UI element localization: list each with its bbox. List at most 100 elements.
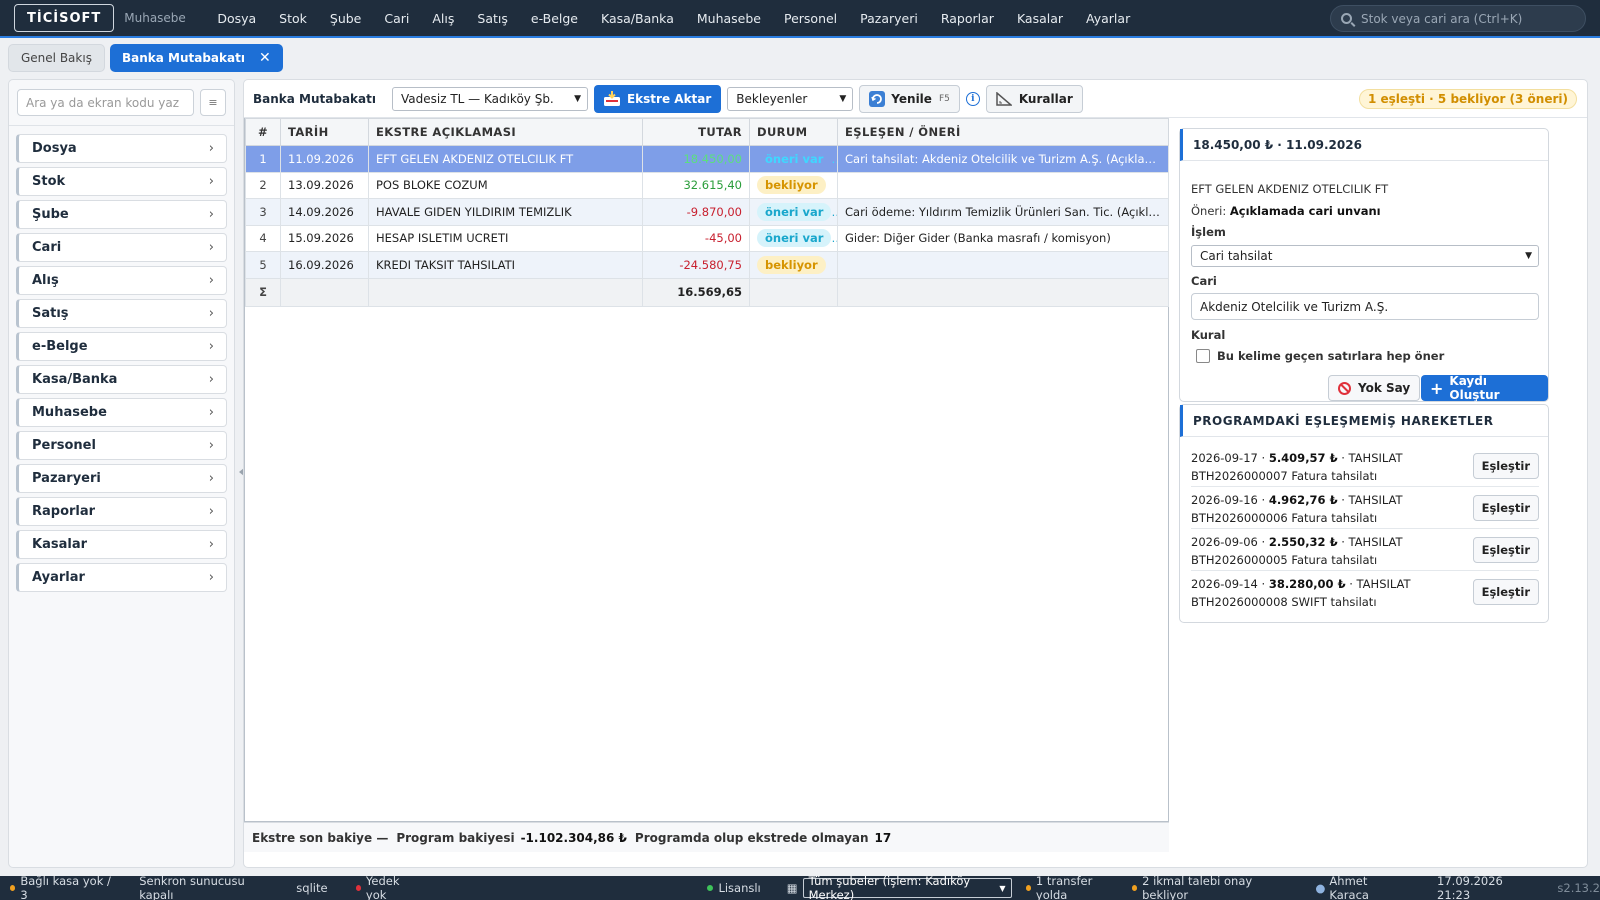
column-header-match[interactable]: EŞLEŞEN / ÖNERİ bbox=[837, 118, 1169, 146]
search-icon bbox=[1341, 13, 1352, 24]
row-match: Gider: Diğer Gider (Banka masrafı / komi… bbox=[837, 224, 1169, 252]
status-transfer-text: 1 transfer yolda bbox=[1035, 874, 1093, 900]
global-search-input[interactable]: Stok veya cari ara (Ctrl+K) bbox=[1330, 5, 1586, 32]
column-header-description[interactable]: EKSTRE AÇIKLAMASI bbox=[368, 118, 643, 146]
column-header-no[interactable]: # bbox=[245, 118, 281, 146]
rule-checkbox[interactable] bbox=[1196, 349, 1210, 363]
status-db-text: sqlite bbox=[296, 881, 328, 895]
table-row[interactable]: 4 15.09.2026 HESAP ISLETIM UCRETI -45,00… bbox=[245, 224, 1169, 252]
row-amount: -9.870,00 bbox=[642, 198, 750, 226]
tab-bar: Genel Bakış Banka Mutabakatı ✕ bbox=[0, 40, 1600, 76]
module-name: Muhasebe bbox=[124, 11, 186, 25]
nav-item-sube[interactable]: Şube bbox=[318, 11, 372, 26]
sidebar-item-raporlar[interactable]: Raporlar › bbox=[16, 497, 227, 526]
rules-label: Kurallar bbox=[1018, 91, 1073, 106]
status-user-text: Ahmet Karaca bbox=[1329, 874, 1369, 900]
list-icon[interactable]: ≡ bbox=[200, 89, 226, 116]
sidebar-item-ayarlar[interactable]: Ayarlar › bbox=[16, 563, 227, 592]
sidebar-item-dosya[interactable]: Dosya › bbox=[16, 134, 227, 163]
nav-item-pazaryeri[interactable]: Pazaryeri bbox=[849, 11, 930, 26]
table-row[interactable]: 3 14.09.2026 HAVALE GIDEN YILDIRIM TEMIZ… bbox=[245, 198, 1169, 226]
column-header-date[interactable]: TARİH bbox=[280, 118, 369, 146]
nav-item-kasa-banka[interactable]: Kasa/Banka bbox=[590, 11, 686, 26]
sidebar-item-kasa-banka[interactable]: Kasa/Banka › bbox=[16, 365, 227, 394]
column-header-status[interactable]: DURUM bbox=[749, 118, 838, 146]
match-button[interactable]: Eşleştir bbox=[1472, 453, 1539, 479]
match-button[interactable]: Eşleştir bbox=[1472, 537, 1539, 563]
row-number: 5 bbox=[245, 251, 281, 279]
nav-item-raporlar[interactable]: Raporlar bbox=[929, 11, 1005, 26]
main-nav: Dosya Stok Şube Cari Alış Satış e-Belge … bbox=[206, 11, 1142, 26]
sidebar-item-kasalar[interactable]: Kasalar › bbox=[16, 530, 227, 559]
app-logo[interactable]: TİCİSOFT bbox=[14, 4, 115, 32]
nav-item-alis[interactable]: Alış bbox=[421, 11, 466, 26]
tab-banka-mutabakati[interactable]: Banka Mutabakatı ✕ bbox=[109, 44, 283, 72]
rule-checkbox-row[interactable]: Bu kelime geçen satırlara hep öner bbox=[1196, 349, 1444, 363]
import-statement-button[interactable]: Ekstre Aktar bbox=[593, 84, 722, 113]
sidebar-item-cari[interactable]: Cari › bbox=[16, 233, 227, 262]
chevron-down-icon: ▼ bbox=[1525, 251, 1532, 261]
nav-item-ebelge[interactable]: e-Belge bbox=[519, 11, 589, 26]
sidebar-item-muhasebe[interactable]: Muhasebe › bbox=[16, 398, 227, 427]
nav-item-dosya[interactable]: Dosya bbox=[206, 11, 268, 26]
create-record-button[interactable]: + Kaydı Oluştur bbox=[1421, 374, 1548, 402]
refresh-shortcut: F5 bbox=[938, 93, 950, 104]
building-icon: ▦ bbox=[786, 881, 798, 895]
chevron-right-icon: › bbox=[208, 504, 214, 519]
row-number: 1 bbox=[245, 145, 281, 173]
status-transfer[interactable]: 1 transfer yolda bbox=[1025, 874, 1118, 900]
refresh-icon bbox=[869, 90, 886, 107]
rules-button[interactable]: Kurallar bbox=[985, 84, 1083, 113]
sidebar-item-alis[interactable]: Alış › bbox=[16, 266, 227, 295]
sidebar-item-stok[interactable]: Stok › bbox=[16, 167, 227, 196]
match-button[interactable]: Eşleştir bbox=[1472, 579, 1539, 605]
sidebar-item-sube[interactable]: Şube › bbox=[16, 200, 227, 229]
nav-item-satis[interactable]: Satış bbox=[466, 11, 519, 26]
info-icon[interactable]: i bbox=[965, 91, 980, 106]
sidebar-item-personel[interactable]: Personel › bbox=[16, 431, 227, 460]
status-user[interactable]: ● Ahmet Karaca bbox=[1315, 874, 1401, 900]
row-match: Cari ödeme: Yıldırım Temizlik Ürünleri S… bbox=[837, 198, 1169, 226]
nav-item-ayarlar[interactable]: Ayarlar bbox=[1075, 11, 1142, 26]
status-kasa: Bağlı kasa yok / 3 bbox=[10, 874, 111, 900]
account-select[interactable]: Vadesiz TL — Kadıköy Şb. ▼ bbox=[391, 86, 588, 111]
nav-item-kasalar[interactable]: Kasalar bbox=[1005, 11, 1074, 26]
sidebar-search-input[interactable]: Ara ya da ekran kodu yaz bbox=[17, 89, 194, 116]
tx-type: TAHSILAT bbox=[1348, 493, 1403, 507]
row-status-cell: öneri var bbox=[749, 224, 838, 252]
sidebar-item-pazaryeri[interactable]: Pazaryeri › bbox=[16, 464, 227, 493]
toolbar: Banka Mutabakatı Vadesiz TL — Kadıköy Şb… bbox=[244, 80, 1587, 118]
ignore-button[interactable]: Yok Say bbox=[1328, 375, 1421, 401]
table-sum-row: Σ 16.569,65 bbox=[245, 277, 1169, 307]
nav-item-cari[interactable]: Cari bbox=[373, 11, 421, 26]
status-ikmal[interactable]: 2 ikmal talebi onay bekliyor bbox=[1131, 874, 1286, 900]
branch-select[interactable]: Tüm şubeler (işlem: Kadıköy Merkez) ▼ bbox=[802, 874, 1012, 900]
chevron-down-icon: ▼ bbox=[839, 93, 847, 104]
sidebar-item-ebelge[interactable]: e-Belge › bbox=[16, 332, 227, 361]
tx-type: TAHSILAT bbox=[1348, 535, 1403, 549]
column-header-amount[interactable]: TUTAR bbox=[642, 118, 750, 146]
nav-item-personel[interactable]: Personel bbox=[772, 11, 848, 26]
table-row[interactable]: 2 13.09.2026 POS BLOKE COZUM 32.615,40 b… bbox=[245, 171, 1169, 199]
close-icon[interactable]: ✕ bbox=[259, 50, 271, 66]
tab-genel-bakis[interactable]: Genel Bakış bbox=[8, 44, 105, 72]
sidebar-item-satis[interactable]: Satış › bbox=[16, 299, 227, 328]
cari-label: Cari bbox=[1191, 274, 1217, 288]
nav-item-stok[interactable]: Stok bbox=[268, 11, 319, 26]
row-date: 15.09.2026 bbox=[280, 224, 369, 252]
nav-item-muhasebe[interactable]: Muhasebe bbox=[685, 11, 772, 26]
row-number: 3 bbox=[245, 198, 281, 226]
match-button[interactable]: Eşleştir bbox=[1472, 495, 1539, 521]
tx-amount: 2.550,32 ₺ bbox=[1268, 535, 1338, 549]
import-statement-label: Ekstre Aktar bbox=[626, 91, 712, 106]
row-amount: -24.580,75 bbox=[642, 251, 750, 279]
filter-select[interactable]: Bekleyenler ▼ bbox=[727, 86, 854, 111]
refresh-button[interactable]: Yenile F5 bbox=[859, 84, 960, 113]
table-row[interactable]: 5 16.09.2026 KREDI TAKSIT TAHSILATI -24.… bbox=[245, 251, 1169, 279]
table-row[interactable]: 1 11.09.2026 EFT GELEN AKDENIZ OTELCILIK… bbox=[245, 145, 1169, 173]
cari-input[interactable]: Akdeniz Otelcilik ve Turizm A.Ş. bbox=[1191, 293, 1539, 320]
status-badge: bekliyor bbox=[757, 255, 826, 274]
islem-select[interactable]: Cari tahsilat ▼ bbox=[1191, 245, 1539, 267]
row-status-cell: bekliyor bbox=[749, 171, 838, 199]
sidebar-item-label: Stok bbox=[32, 174, 66, 189]
